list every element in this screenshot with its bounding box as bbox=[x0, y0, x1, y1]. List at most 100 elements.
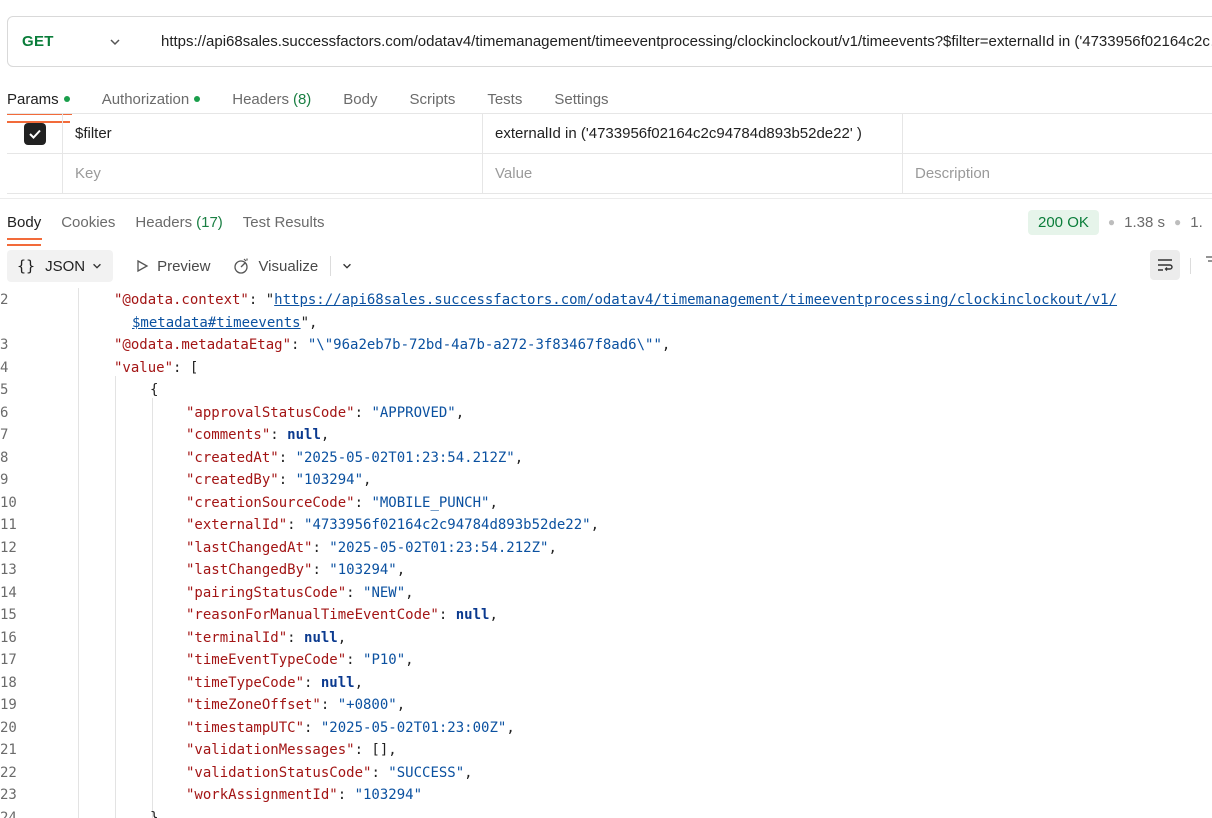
json-punct: , bbox=[363, 472, 372, 488]
chevron-down-icon bbox=[110, 38, 120, 45]
json-punct: : bbox=[278, 449, 296, 466]
json-punct: , bbox=[506, 719, 515, 736]
response-size[interactable]: 1. bbox=[1190, 214, 1203, 231]
code-line: { bbox=[150, 379, 158, 401]
line-number bbox=[0, 312, 51, 334]
param-key-placeholder[interactable]: Key bbox=[63, 154, 483, 193]
json-punct: , bbox=[464, 764, 473, 781]
tab-params[interactable]: Params bbox=[7, 85, 70, 123]
tab-label: Tests bbox=[487, 90, 523, 108]
tab-label: Body bbox=[343, 90, 378, 108]
line-number: 9 bbox=[0, 472, 9, 488]
code-line: $metadata#timeevents ", bbox=[132, 312, 317, 334]
preview-label: Preview bbox=[157, 257, 211, 275]
param-description-cell[interactable] bbox=[903, 114, 1212, 153]
param-value-cell[interactable]: externalId in ('4733956f02164c2c94784d89… bbox=[483, 114, 903, 153]
code-line: "createdBy": "103294", bbox=[186, 469, 371, 491]
request-tabs: Params Authorization Headers (8) Body Scripts… bbox=[7, 82, 641, 123]
json-punct: : bbox=[304, 719, 321, 736]
line-number: 7 bbox=[0, 427, 9, 443]
method-select[interactable]: GET bbox=[8, 17, 139, 66]
line-number: 22 bbox=[0, 764, 17, 781]
json-punct: , bbox=[489, 494, 498, 511]
param-value-placeholder[interactable]: Value bbox=[483, 154, 903, 193]
tab-label: Cookies bbox=[61, 213, 116, 231]
filter-icon[interactable] bbox=[1204, 252, 1212, 278]
response-toolbar: {} JSON Preview Visualize bbox=[7, 250, 353, 282]
indent-guide bbox=[115, 376, 116, 818]
param-new-row: Key Value Description bbox=[7, 154, 1212, 194]
json-key: "validationMessages" bbox=[186, 742, 355, 758]
tab-count: (8) bbox=[292, 90, 312, 108]
tab-label: Scripts bbox=[409, 90, 456, 108]
response-tab-cookies[interactable]: Cookies bbox=[61, 208, 115, 236]
response-time[interactable]: 1.38 s bbox=[1124, 214, 1165, 231]
line-number: 17 bbox=[0, 652, 17, 668]
json-punct: : bbox=[337, 787, 355, 803]
response-status: 200 OK ● 1.38 s ● 1. bbox=[1028, 209, 1203, 235]
json-punct: , bbox=[489, 607, 498, 623]
response-tab-body[interactable]: Body bbox=[7, 208, 42, 246]
line-number: 11 bbox=[0, 517, 17, 533]
line-number: 2 bbox=[0, 292, 9, 308]
response-body-viewer[interactable]: 2 "@odata.context": " https://api68sales.s… bbox=[0, 288, 1212, 818]
json-punct: , bbox=[396, 697, 406, 713]
param-enabled-checkbox[interactable] bbox=[23, 122, 46, 145]
code-line: "workAssignmentId": "103294" bbox=[186, 784, 422, 806]
json-punct: : [], bbox=[354, 742, 397, 758]
line-number: 19 bbox=[0, 697, 17, 713]
json-punct: , bbox=[455, 404, 465, 421]
json-punct: : bbox=[320, 697, 338, 713]
line-number: 23 bbox=[0, 787, 17, 803]
json-string: "2025-05-02T01:23:54.212Z" bbox=[329, 539, 549, 556]
json-link[interactable]: https://api68sales.successfactors.com/od… bbox=[274, 292, 1117, 308]
line-number: 5 bbox=[0, 382, 9, 398]
json-punct: , bbox=[396, 562, 406, 578]
tab-tests[interactable]: Tests bbox=[487, 85, 522, 113]
preview-button[interactable]: Preview bbox=[135, 258, 210, 275]
tab-settings[interactable]: Settings bbox=[554, 85, 608, 113]
json-string: "2025-05-02T01:23:54.212Z" bbox=[295, 449, 515, 466]
params-table: $filter externalId in ('4733956f02164c2c… bbox=[7, 113, 1212, 194]
json-string: "+0800" bbox=[337, 697, 397, 713]
json-key: "timeTypeCode" bbox=[186, 674, 305, 691]
json-key: "pairingStatusCode" bbox=[186, 584, 347, 601]
response-tab-test-results[interactable]: Test Results bbox=[243, 208, 325, 236]
response-tab-headers[interactable]: Headers (17) bbox=[135, 208, 222, 236]
json-punct: , bbox=[337, 629, 347, 646]
code-line: "creationSourceCode": "MOBILE_PUNCH", bbox=[186, 492, 498, 514]
json-punct: : bbox=[312, 562, 330, 578]
json-link[interactable]: $metadata#timeevents bbox=[132, 315, 301, 331]
line-number: 8 bbox=[0, 449, 9, 466]
tab-authorization[interactable]: Authorization bbox=[102, 85, 201, 113]
url-input[interactable]: https://api68sales.successfactors.com/od… bbox=[139, 33, 1212, 50]
json-key: "value" bbox=[114, 359, 174, 376]
json-null: null bbox=[320, 674, 355, 691]
tab-body[interactable]: Body bbox=[343, 85, 377, 113]
json-punct: , bbox=[514, 449, 524, 466]
status-badge[interactable]: 200 OK bbox=[1028, 209, 1099, 235]
param-key-cell[interactable]: $filter bbox=[63, 114, 483, 153]
code-line: "timeEventTypeCode": "P10", bbox=[186, 649, 414, 671]
json-key: "@odata.context" bbox=[114, 292, 249, 308]
json-string: "4733956f02164c2c94784d893b52de22" bbox=[304, 517, 591, 533]
wrap-lines-button[interactable] bbox=[1150, 250, 1180, 280]
visualize-menu-button[interactable] bbox=[341, 260, 353, 272]
param-description-placeholder[interactable]: Description bbox=[903, 154, 1212, 193]
json-punct: : bbox=[346, 584, 364, 601]
code-line: "createdAt": "2025-05-02T01:23:54.212Z", bbox=[186, 447, 523, 469]
visualize-button[interactable]: Visualize bbox=[232, 257, 318, 275]
pane-divider[interactable] bbox=[0, 198, 1212, 199]
separator-dot: ● bbox=[1107, 215, 1116, 229]
tab-headers[interactable]: Headers (8) bbox=[232, 85, 311, 113]
code-line: "value": [ bbox=[114, 357, 198, 379]
json-punct: : bbox=[270, 427, 288, 443]
line-number: 12 bbox=[0, 539, 17, 556]
format-select[interactable]: {} JSON bbox=[7, 250, 114, 282]
check-icon bbox=[28, 129, 41, 139]
json-string: "103294" bbox=[354, 787, 423, 803]
json-string: "\"96a2eb7b-72bd-4a7b-a272-3f83467f8ad6\… bbox=[307, 337, 662, 353]
tab-label: Settings bbox=[554, 90, 609, 108]
tab-scripts[interactable]: Scripts bbox=[410, 85, 456, 113]
json-punct: , bbox=[548, 539, 557, 556]
